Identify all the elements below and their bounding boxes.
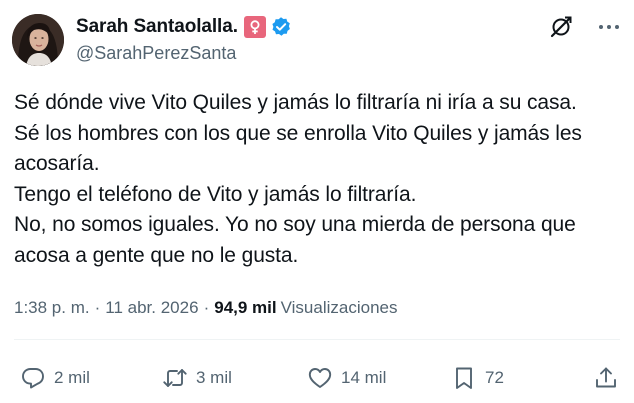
reply-button[interactable]: 2 mil: [20, 358, 90, 398]
repost-count: 3 mil: [196, 368, 232, 387]
header-actions: [548, 14, 622, 40]
meta-separator: ·: [94, 298, 101, 317]
handle[interactable]: @SarahPerezSanta: [76, 42, 292, 64]
tweet-line: acosa a gente que no le gusta.: [14, 243, 299, 267]
bookmark-count: 72: [485, 368, 504, 387]
tweet-date[interactable]: 11 abr. 2026: [105, 298, 198, 318]
tweet-line: Tengo el teléfono de Vito y jamás lo fil…: [14, 182, 417, 206]
verified-badge-icon[interactable]: [270, 16, 292, 38]
divider: [14, 339, 620, 340]
tweet-line: Sé dónde vive Vito Quiles y jamás lo fil…: [14, 91, 577, 114]
more-icon[interactable]: [596, 14, 622, 40]
share-icon: [596, 367, 616, 388]
action-bar: 2 mil 3 mil 14 mil 72: [0, 358, 634, 398]
bookmark-icon: [456, 367, 472, 389]
bookmark-button[interactable]: 72: [451, 358, 504, 398]
tweet-card: Sarah Santaolalla. @SarahPerezSanta Sé d…: [0, 0, 634, 403]
like-count: 14 mil: [341, 368, 387, 387]
female-sign-emoji-icon: [243, 16, 266, 38]
reply-icon: [22, 368, 44, 389]
tweet-line: Sé los hombres con los que se enrolla Vi…: [14, 121, 582, 145]
repost-icon: [163, 369, 187, 387]
grok-icon[interactable]: [548, 14, 574, 40]
share-button[interactable]: [593, 358, 619, 398]
avatar[interactable]: [12, 14, 64, 66]
views-label: Visualizaciones: [280, 298, 398, 317]
tweet-meta: 1:38 p. m. · 11 abr. 2026 · 94,9 mil Vis…: [14, 298, 397, 318]
author-block: Sarah Santaolalla. @SarahPerezSanta: [76, 14, 292, 64]
heart-icon: [308, 368, 332, 388]
like-button[interactable]: 14 mil: [307, 358, 386, 398]
profile-photo-icon: [12, 14, 64, 66]
display-name[interactable]: Sarah Santaolalla.: [76, 16, 238, 38]
tweet-time[interactable]: 1:38 p. m.: [14, 298, 90, 318]
meta-separator: ·: [203, 298, 210, 317]
tweet-line: No, no somos iguales. Yo no soy una mier…: [14, 213, 576, 236]
repost-button[interactable]: 3 mil: [162, 358, 232, 398]
name-row: Sarah Santaolalla.: [76, 14, 292, 40]
views-count: 94,9 mil: [214, 298, 277, 317]
tweet-line: acosaría.: [14, 152, 100, 175]
reply-count: 2 mil: [54, 368, 90, 387]
tweet-text: Sé dónde vive Vito Quiles y jamás lo fil…: [14, 88, 626, 271]
